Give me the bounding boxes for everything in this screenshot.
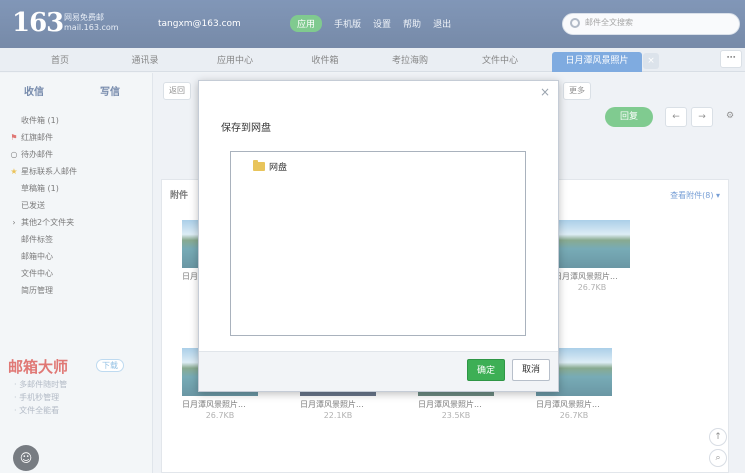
confirm-button[interactable]: 确定 xyxy=(467,359,505,381)
dialog-footer: 确定 取消 xyxy=(199,351,558,391)
folder-tree[interactable]: 网盘 xyxy=(230,151,526,336)
folder-icon xyxy=(253,160,265,171)
dialog-title: 保存到网盘 xyxy=(221,123,271,134)
close-icon[interactable]: × xyxy=(540,85,550,99)
cancel-button[interactable]: 取消 xyxy=(512,359,550,381)
save-to-netdisk-dialog: × 保存到网盘 网盘 确定 取消 xyxy=(198,80,559,392)
tree-node-root[interactable]: 网盘 xyxy=(253,160,287,173)
tree-node-label: 网盘 xyxy=(269,163,288,173)
